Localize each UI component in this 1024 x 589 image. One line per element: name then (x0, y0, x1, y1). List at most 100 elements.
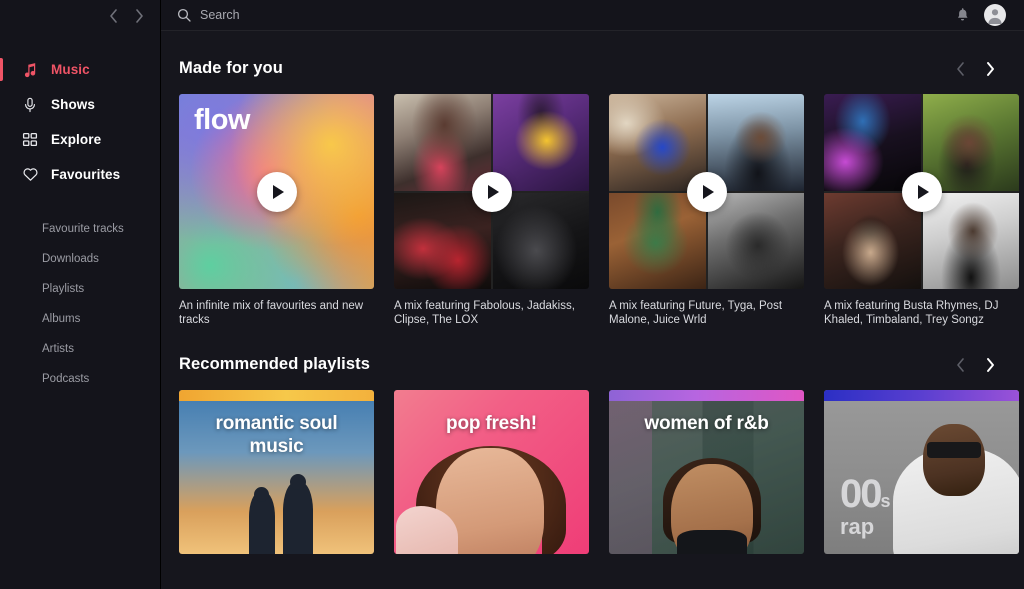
playlist-stripe (179, 390, 374, 401)
search-bar[interactable] (177, 8, 955, 22)
play-icon (487, 184, 499, 199)
sidebar-item-label: Shows (51, 97, 96, 112)
collage-tile (707, 94, 804, 191)
sidebar-item-albums[interactable]: Albums (0, 304, 160, 334)
playlist-title-decade: 00 (840, 472, 882, 516)
sidebar-item-favourite-tracks[interactable]: Favourite tracks (0, 214, 160, 244)
playlist-art-pop-fresh[interactable]: pop fresh! (394, 390, 589, 554)
play-button[interactable] (256, 171, 297, 212)
playlist-stripe (609, 390, 804, 401)
sidebar-item-label: Favourites (51, 167, 121, 182)
card-row-recommended: romantic soul music pop fresh! women of … (179, 390, 1019, 554)
user-avatar[interactable] (984, 4, 1006, 26)
card-women-of-rnb: women of r&b (609, 390, 804, 554)
carousel-next-icon[interactable] (982, 357, 998, 373)
silhouette-head (290, 474, 306, 490)
carousel-prev-icon[interactable] (952, 61, 968, 77)
playlist-title: women of r&b (644, 413, 769, 434)
collage-tile (609, 192, 706, 289)
collage-tile (394, 94, 491, 191)
grid-icon (21, 131, 39, 149)
back-arrow-icon[interactable] (104, 7, 122, 25)
carousel-controls (952, 357, 998, 373)
playlist-title: romantic soul music (215, 413, 338, 457)
sidebar-item-shows[interactable]: Shows (0, 87, 160, 122)
top-bar (161, 0, 1024, 31)
card-description: A mix featuring Future, Tyga, Post Malon… (609, 300, 783, 326)
section-header: Recommended playlists (179, 355, 1000, 374)
sidebar-item-artists[interactable]: Artists (0, 334, 160, 364)
album-art-collage[interactable] (394, 94, 589, 289)
collage-tile (922, 94, 1019, 191)
microphone-icon (21, 96, 39, 114)
collage-tile (824, 192, 921, 289)
section-title: Made for you (179, 59, 283, 77)
album-art-collage[interactable] (824, 94, 1019, 289)
sidebar-item-playlists[interactable]: Playlists (0, 274, 160, 304)
card-mix-c: A mix featuring Busta Rhymes, DJ Khaled,… (824, 94, 1019, 327)
play-button[interactable] (471, 171, 512, 212)
collage-tile (492, 94, 589, 191)
card-description: An infinite mix of favourites and new tr… (179, 300, 364, 326)
music-note-icon (21, 61, 39, 79)
sidebar-item-downloads[interactable]: Downloads (0, 244, 160, 274)
sidebar-item-label: Explore (51, 132, 102, 147)
playlist-art-00s-rap[interactable]: 00s rap (824, 390, 1019, 554)
section-made-for-you: Made for you flow An infinite mix of fav… (179, 59, 1019, 327)
sidebar-item-label: Music (51, 62, 90, 77)
card-flow: flow An infinite mix of favourites and n… (179, 94, 374, 327)
play-icon (917, 184, 929, 199)
sidebar-sub-nav: Favourite tracks Downloads Playlists Alb… (0, 214, 160, 394)
section-recommended-playlists: Recommended playlists romantic soul musi… (179, 355, 1019, 554)
collage-tile (492, 192, 589, 289)
play-icon (702, 184, 714, 199)
bell-icon[interactable] (955, 7, 970, 23)
sidebar-main-nav: Music Shows Explore Favourites (0, 52, 160, 192)
card-description: A mix featuring Fabolous, Jadakiss, Clip… (394, 300, 575, 326)
card-pop-fresh: pop fresh! (394, 390, 589, 554)
card-mix-a: A mix featuring Fabolous, Jadakiss, Clip… (394, 94, 589, 327)
playlist-title-genre: rap (840, 514, 875, 539)
playlist-art-women-of-rnb[interactable]: women of r&b (609, 390, 804, 554)
topbar-actions (955, 4, 1006, 26)
album-art-collage[interactable] (609, 94, 804, 289)
card-romantic-soul-music: romantic soul music (179, 390, 374, 554)
card-00s-rap: 00s rap (824, 390, 1019, 554)
collage-tile (824, 94, 921, 191)
section-title: Recommended playlists (179, 355, 370, 373)
card-row-made-for-you: flow An infinite mix of favourites and n… (179, 94, 1019, 327)
flow-wordmark: flow (194, 104, 251, 136)
search-input[interactable] (200, 8, 500, 22)
carousel-next-icon[interactable] (982, 61, 998, 77)
sidebar-item-explore[interactable]: Explore (0, 122, 160, 157)
collage-tile (707, 192, 804, 289)
sidebar-history-arrows (0, 0, 160, 31)
heart-icon (21, 166, 39, 184)
album-art-flow[interactable]: flow (179, 94, 374, 289)
sidebar-item-podcasts[interactable]: Podcasts (0, 364, 160, 394)
collage-tile (394, 192, 491, 289)
sidebar-item-favourites[interactable]: Favourites (0, 157, 160, 192)
playlist-title-suffix: s (880, 491, 891, 511)
portrait-top (677, 530, 747, 554)
main-area: Made for you flow (161, 0, 1024, 589)
playlist-title: pop fresh! (446, 413, 537, 434)
playlist-art-romantic-soul-music[interactable]: romantic soul music (179, 390, 374, 554)
play-button[interactable] (686, 171, 727, 212)
sidebar-item-music[interactable]: Music (0, 52, 160, 87)
play-icon (272, 184, 284, 199)
active-indicator (0, 58, 3, 81)
section-header: Made for you (179, 59, 1000, 78)
play-button[interactable] (901, 171, 942, 212)
card-mix-b: A mix featuring Future, Tyga, Post Malon… (609, 94, 804, 327)
playlist-stripe (824, 390, 1019, 401)
silhouette-figure (283, 482, 313, 554)
carousel-prev-icon[interactable] (952, 357, 968, 373)
search-icon (177, 8, 191, 22)
content-scroll: Made for you flow An infinite mix of fav… (161, 31, 1024, 589)
playlist-title: 00s rap (840, 474, 891, 538)
silhouette-head (254, 487, 269, 502)
collage-tile (609, 94, 706, 191)
carousel-controls (952, 61, 998, 77)
forward-arrow-icon[interactable] (130, 7, 148, 25)
